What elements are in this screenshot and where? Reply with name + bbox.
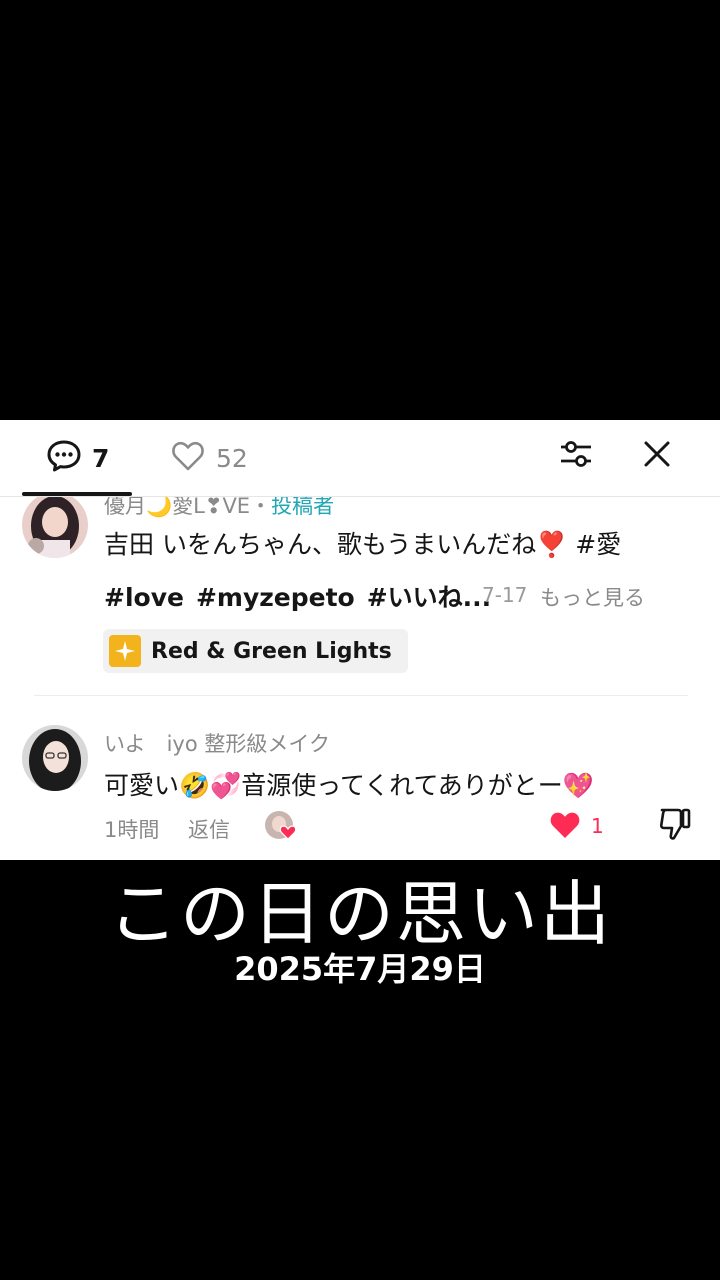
comments-panel: 7 52 優月🌙愛L❣VE・投稿者 吉田 いをんちゃん、歌もうまいんだね❣️ #… xyxy=(0,420,720,860)
like-count: 52 xyxy=(216,443,248,473)
close-button[interactable] xyxy=(635,434,679,478)
comment-hashtags: #love #myzepeto #いいね... xyxy=(104,578,503,614)
comment-username[interactable]: いよ iyo 整形級メイク xyxy=(104,728,330,758)
sliders-icon xyxy=(558,436,594,476)
comments-header: 7 52 xyxy=(0,420,720,497)
avatar[interactable] xyxy=(22,725,88,791)
hashtag-link[interactable]: #love xyxy=(104,583,184,612)
username-separator: ・ xyxy=(250,496,272,518)
sparkle-icon xyxy=(109,635,141,667)
comment-username[interactable]: 優月🌙愛L❣VE・投稿者 xyxy=(104,496,334,520)
comment-text: 吉田 いをんちゃん、歌もうまいんだね❣️ #愛 xyxy=(104,530,622,559)
author-tag: 投稿者 xyxy=(271,496,335,518)
username-text: 優月🌙愛L❣VE xyxy=(104,496,251,518)
comment-list[interactable]: 優月🌙愛L❣VE・投稿者 吉田 いをんちゃん、歌もうまいんだね❣️ #愛 #lo… xyxy=(0,496,720,860)
likes-tab[interactable]: 52 xyxy=(170,438,248,478)
heart-filled-icon xyxy=(548,808,582,844)
sound-title: Red & Green Lights xyxy=(151,638,392,664)
comment-like-button[interactable]: 1 xyxy=(548,808,604,844)
comment-icon xyxy=(46,438,82,478)
comments-tab[interactable]: 7 xyxy=(46,438,109,478)
comment-divider xyxy=(34,695,688,696)
heart-outline-icon xyxy=(170,438,206,478)
comment-count: 7 xyxy=(92,443,110,473)
hashtag-link[interactable]: #myzepeto xyxy=(196,583,355,612)
memory-date: 2025年7月29日 xyxy=(234,950,486,988)
active-tab-indicator xyxy=(22,492,132,496)
comment-date: 7-17 xyxy=(482,583,528,607)
comment-text: 可愛い🤣💞音源使ってくれてありがとー💖 xyxy=(104,771,594,800)
filter-button[interactable] xyxy=(554,434,598,478)
comment-time: 1時間 xyxy=(104,818,160,842)
avatar[interactable] xyxy=(22,496,88,558)
hashtag-link[interactable]: #いいね... xyxy=(367,583,491,612)
sound-chip[interactable]: Red & Green Lights xyxy=(103,629,408,673)
comment-like-count: 1 xyxy=(591,814,604,838)
thumbs-down-icon xyxy=(658,808,692,846)
see-more-link[interactable]: もっと見る xyxy=(540,582,645,612)
dislike-button[interactable] xyxy=(658,806,692,846)
creator-liked-badge xyxy=(264,810,298,842)
reply-button[interactable]: 返信 xyxy=(188,814,230,844)
close-icon xyxy=(642,439,672,473)
